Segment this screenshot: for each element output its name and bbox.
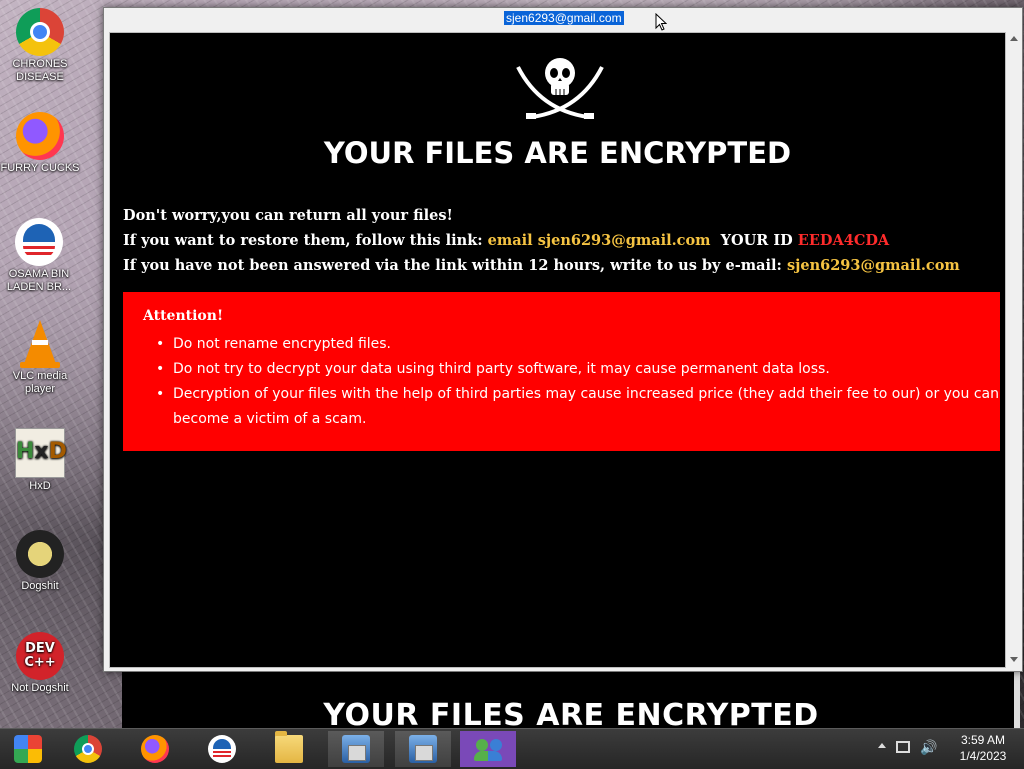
clock-time: 3:59 AM [960,733,1006,747]
skull-crossed-swords-icon [516,58,604,119]
taskbar-item-file-explorer[interactable] [261,731,317,767]
vlc-cone-icon [16,320,64,368]
instruction-line-2: If you want to restore them, follow this… [123,232,890,249]
desktop-icon-chrones-disease[interactable]: CHRONES DISEASE [0,8,80,84]
desktop-icon-label: Not Dogshit [11,682,69,694]
desktop-icon-label: Dogshit [21,580,59,592]
vertical-scrollbar[interactable] [1008,32,1020,666]
instruction-line-1: Don't worry,you can return all your file… [123,207,453,224]
ransom-note-content: YOUR FILES ARE ENCRYPTED Don't worry,you… [109,32,1006,668]
attention-item: Decryption of your files with the help o… [143,382,1003,432]
attention-list: Do not rename encrypted files. Do not tr… [143,332,1003,432]
victim-id: EEDA4CDA [797,232,890,249]
network-icon[interactable] [896,741,910,753]
taskbar-item-installer-2[interactable] [395,731,451,767]
taskbar-item-chrome[interactable] [60,731,116,767]
desktop-icon-label: OSAMA BIN LADEN BR... [6,268,72,293]
desktop-icon-osama[interactable]: OSAMA BIN LADEN BR... [0,218,78,294]
installer-icon [409,735,437,763]
mouse-cursor-icon [655,13,667,31]
firefox-icon [141,735,169,763]
desktop-icon-label: VLC media player [12,370,68,395]
background-scrollbar[interactable] [1014,668,1020,730]
obama-logo-icon [15,218,63,266]
show-hidden-icons-chevron-icon[interactable] [878,743,886,748]
installer-icon [342,735,370,763]
ransom-headline: YOUR FILES ARE ENCRYPTED [323,136,792,170]
people-icon [474,735,502,763]
taskbar-item-obama[interactable] [194,731,250,767]
multicolor-app-icon [14,735,42,763]
window-title[interactable]: sjen6293@gmail.com [504,11,624,25]
desktop-icon-furry-cucks[interactable]: FURRY CUCKS [0,112,80,175]
desktop-icon-hxd[interactable]: HxD HxD [0,428,80,493]
taskbar-item-people[interactable] [460,731,516,767]
desktop-icon-label: CHRONES DISEASE [12,58,68,83]
chrome-icon [16,8,64,56]
dog-cpp-icon [16,530,64,578]
taskbar-item-installer-1[interactable] [328,731,384,767]
attention-box: Attention! Do not rename encrypted files… [123,292,1000,451]
desktop-icon-vlc[interactable]: VLC media player [0,320,80,396]
taskbar-clock[interactable]: 3:59 AM 1/4/2023 [948,732,1018,764]
attention-title: Attention! [143,308,224,324]
taskbar-item-multicolor-app[interactable] [0,731,56,767]
obama-logo-icon [208,735,236,763]
ransom-note-window[interactable]: sjen6293@gmail.com YOUR FILES ARE ENCRYP… [103,7,1023,672]
attention-item: Do not rename encrypted files. [143,332,1003,357]
desktop-icon-dogshit[interactable]: Dogshit [0,530,80,593]
clock-date: 1/4/2023 [959,749,1007,763]
ransom-instructions: Don't worry,you can return all your file… [123,203,960,278]
devcpp-icon: DEV C++ [16,632,64,680]
desktop-icon-label: FURRY CUCKS [0,162,80,174]
system-tray: 🔊 3:59 AM 1/4/2023 [864,729,1024,769]
scroll-up-arrow-icon[interactable] [1010,36,1018,41]
fallback-email[interactable]: sjen6293@gmail.com [787,257,960,274]
taskbar-item-firefox[interactable] [127,731,183,767]
desktop-icon-label: HxD [29,480,51,492]
desktop-icon-not-dogshit[interactable]: DEV C++ Not Dogshit [0,632,80,695]
chrome-icon [74,735,102,763]
firefox-icon [16,112,64,160]
instruction-line-3: If you have not been answered via the li… [123,257,960,274]
scroll-down-arrow-icon[interactable] [1010,657,1018,662]
attention-item: Do not try to decrypt your data using th… [143,357,1003,382]
background-ransom-window[interactable]: YOUR FILES ARE ENCRYPTED [122,668,1020,733]
hxd-icon: HxD [15,428,67,478]
file-explorer-icon [275,731,303,763]
taskbar: 🔊 3:59 AM 1/4/2023 [0,728,1024,769]
volume-icon[interactable]: 🔊 [920,740,937,756]
contact-email-link[interactable]: email sjen6293@gmail.com [488,232,711,249]
window-titlebar[interactable]: sjen6293@gmail.com [104,8,1022,32]
